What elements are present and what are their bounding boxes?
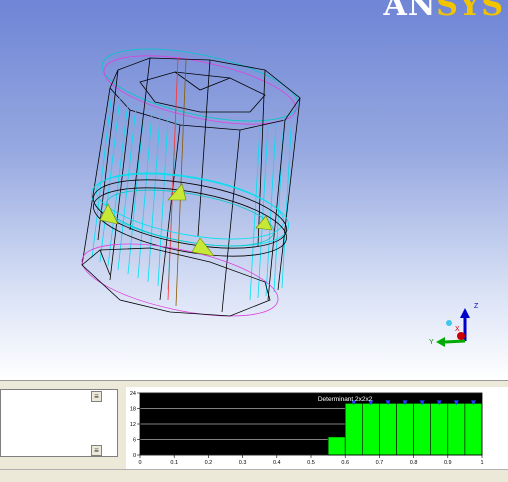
x-tick-label: 0.4 — [273, 460, 281, 466]
histogram-min-label: Min 0.57 — [483, 412, 504, 418]
histogram-svg: 0 6 12 18 24 0 0.1 0.2 0.3 0.4 0.5 0.6 0.7 0.8 0.9 1 Det… — [130, 391, 504, 466]
histogram-bar — [344, 403, 363, 456]
x-tick-label: 0.7 — [376, 460, 384, 466]
histogram-title: Determinant 2x2x2 — [318, 396, 373, 403]
x-tick-label: 0.9 — [444, 460, 452, 466]
histogram-bar — [379, 403, 397, 456]
status-bar — [0, 469, 508, 482]
x-tick-label: 0.1 — [170, 460, 178, 466]
x-tick-label: 0 — [138, 460, 141, 466]
histogram-bar — [447, 403, 466, 456]
svg-text:X: X — [455, 326, 460, 333]
histogram-bar — [430, 403, 449, 456]
x-tick-label: 1 — [480, 460, 483, 466]
y-tick-label: 18 — [130, 407, 136, 413]
svg-text:Y: Y — [429, 339, 434, 346]
coordinate-triad: Z Y X — [429, 303, 479, 347]
y-axis-arrow — [444, 339, 466, 344]
histogram-max-label: Max 1 — [483, 420, 498, 426]
panel-scroll-down-button[interactable]: ≡ — [91, 445, 102, 456]
histogram-bar — [464, 403, 483, 456]
bottom-panel: ≡ ≡ 0 6 12 18 24 0 0.1 0.2 0.3 0.4 0.5 0.6 0.7 0.8 0.9… — [0, 380, 508, 482]
x-axis-marker — [457, 332, 465, 340]
y-tick-label: 24 — [130, 391, 136, 397]
histogram-bar — [413, 403, 432, 456]
quality-histogram[interactable]: 0 6 12 18 24 0 0.1 0.2 0.3 0.4 0.5 0.6 0.7 0.8 0.9 1 Det… — [126, 387, 508, 475]
y-tick-label: 0 — [133, 453, 136, 459]
x-tick-label: 0.2 — [205, 460, 213, 466]
histogram-bar — [362, 403, 380, 456]
x-tick-label: 0.8 — [410, 460, 418, 466]
svg-text:Z: Z — [474, 303, 479, 310]
triad-origin-marker — [446, 320, 452, 326]
panel-scroll-up-button[interactable]: ≡ — [91, 391, 102, 402]
graphics-viewport[interactable]: ANSYS Z Y X — [0, 0, 508, 380]
x-tick-label: 0.3 — [239, 460, 247, 466]
y-tick-label: 12 — [130, 422, 136, 428]
y-tick-label: 6 — [133, 438, 136, 444]
x-tick-label: 0.6 — [341, 460, 349, 466]
histogram-bar — [327, 436, 346, 456]
histogram-bar — [396, 403, 414, 456]
x-tick-label: 0.5 — [307, 460, 315, 466]
